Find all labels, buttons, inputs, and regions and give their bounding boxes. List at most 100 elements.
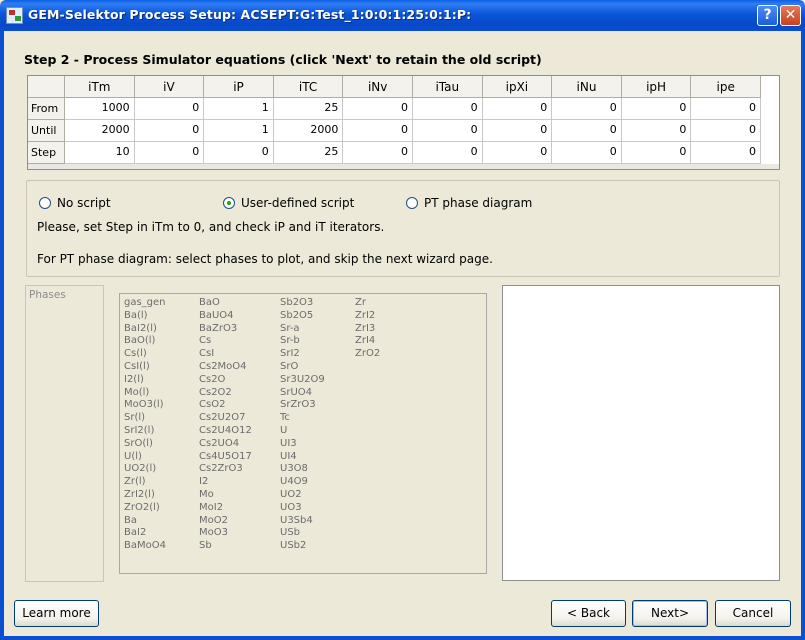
phase-item[interactable]: ZrI2 xyxy=(355,310,380,323)
phase-item[interactable]: UI3 xyxy=(280,438,325,451)
grid-cell[interactable]: 0 xyxy=(134,120,205,142)
grid-cell[interactable]: 0 xyxy=(552,98,622,120)
grid-cell[interactable]: 1 xyxy=(204,120,274,142)
phase-item[interactable]: Mo(l) xyxy=(124,387,166,400)
phase-item[interactable]: Zr xyxy=(355,297,380,310)
column-header[interactable]: iV xyxy=(134,76,205,98)
phase-item[interactable]: UO2(l) xyxy=(124,463,166,476)
phase-item[interactable]: BaUO4 xyxy=(199,310,252,323)
help-button[interactable]: ? xyxy=(757,5,778,26)
grid-cell[interactable]: 0 xyxy=(413,98,483,120)
radio-button[interactable] xyxy=(223,197,235,209)
phase-item[interactable]: U xyxy=(280,425,325,438)
phase-item[interactable]: I2(l) xyxy=(124,374,166,387)
grid-cell[interactable]: 0 xyxy=(691,98,761,120)
grid-cell[interactable]: 25 xyxy=(273,142,344,164)
phase-item[interactable]: CsI xyxy=(199,348,252,361)
back-button[interactable]: < Back xyxy=(551,600,626,627)
phase-item[interactable]: CsI(l) xyxy=(124,361,166,374)
column-header[interactable]: iTm xyxy=(65,76,135,98)
phase-item[interactable]: CsO2 xyxy=(199,399,252,412)
phase-item[interactable]: Cs2ZrO3 xyxy=(199,463,252,476)
phase-item[interactable]: ZrO2 xyxy=(355,348,380,361)
radio-pt-phase-diagram[interactable]: PT phase diagram xyxy=(406,196,532,210)
row-header[interactable]: Step xyxy=(28,142,65,164)
grid-cell[interactable]: 0 xyxy=(482,120,553,142)
row-header[interactable]: Until xyxy=(28,120,65,142)
phase-item[interactable]: Cs2MoO4 xyxy=(199,361,252,374)
phase-item[interactable]: MoO3 xyxy=(199,527,252,540)
grid-cell[interactable]: 0 xyxy=(413,142,483,164)
grid-cell[interactable]: 0 xyxy=(134,142,205,164)
column-header[interactable]: iP xyxy=(204,76,274,98)
phase-item[interactable]: Zr(l) xyxy=(124,476,166,489)
phase-item[interactable]: Cs2U2O7 xyxy=(199,412,252,425)
phase-item[interactable]: SrI2(l) xyxy=(124,425,166,438)
column-header[interactable]: ipH xyxy=(621,76,692,98)
grid-cell[interactable]: 0 xyxy=(482,142,553,164)
phase-item[interactable]: SrO(l) xyxy=(124,438,166,451)
phase-item[interactable]: USb xyxy=(280,527,325,540)
phase-item[interactable]: Ba xyxy=(124,515,166,528)
phase-item[interactable]: MoO2 xyxy=(199,515,252,528)
grid-cell[interactable]: 0 xyxy=(343,142,413,164)
phase-item[interactable]: Tc xyxy=(280,412,325,425)
row-header[interactable]: From xyxy=(28,98,65,120)
learn-more-button[interactable]: Learn more xyxy=(14,600,99,627)
grid-cell[interactable]: 1000 xyxy=(65,98,135,120)
grid-cell[interactable]: 0 xyxy=(204,142,274,164)
phase-item[interactable]: U3Sb4 xyxy=(280,515,325,528)
grid-cell[interactable]: 10 xyxy=(65,142,135,164)
grid-cell[interactable]: 0 xyxy=(343,98,413,120)
grid-cell[interactable]: 0 xyxy=(482,98,553,120)
phase-item[interactable]: SrO xyxy=(280,361,325,374)
phase-item[interactable]: ZrO2(l) xyxy=(124,502,166,515)
phase-item[interactable]: MoI2 xyxy=(199,502,252,515)
phase-item[interactable]: Sr-a xyxy=(280,323,325,336)
phase-item[interactable]: Sr-b xyxy=(280,335,325,348)
column-header[interactable]: ipe xyxy=(691,76,761,98)
column-header[interactable]: iTau xyxy=(413,76,483,98)
phase-item[interactable]: Sr(l) xyxy=(124,412,166,425)
radio-button[interactable] xyxy=(406,197,418,209)
phase-item[interactable]: BaO xyxy=(199,297,252,310)
grid-cell[interactable]: 0 xyxy=(691,120,761,142)
grid-cell[interactable]: 0 xyxy=(134,98,205,120)
phase-item[interactable]: U4O9 xyxy=(280,476,325,489)
grid-cell[interactable]: 0 xyxy=(552,120,622,142)
phase-item[interactable]: Cs4U5O17 xyxy=(199,451,252,464)
phase-item[interactable]: ZrI2(l) xyxy=(124,489,166,502)
phase-item[interactable]: UI4 xyxy=(280,451,325,464)
phase-item[interactable]: gas_gen xyxy=(124,297,166,310)
grid-cell[interactable]: 0 xyxy=(343,120,413,142)
phase-item[interactable]: Cs2UO4 xyxy=(199,438,252,451)
phase-item[interactable]: I2 xyxy=(199,476,252,489)
phase-item[interactable]: Mo xyxy=(199,489,252,502)
phase-item[interactable]: USb2 xyxy=(280,540,325,553)
phase-item[interactable]: ZrI3 xyxy=(355,323,380,336)
phase-item[interactable]: MoO3(l) xyxy=(124,399,166,412)
grid-cell[interactable]: 1 xyxy=(204,98,274,120)
column-header[interactable]: iNu xyxy=(552,76,622,98)
grid-cell[interactable]: 25 xyxy=(273,98,344,120)
phase-item[interactable]: BaO(l) xyxy=(124,335,166,348)
radio-no-script[interactable]: No script xyxy=(39,196,111,210)
phase-item[interactable]: Cs(l) xyxy=(124,348,166,361)
next-button[interactable]: Next> xyxy=(632,600,708,627)
radio-user-defined-script[interactable]: User-defined script xyxy=(223,196,354,210)
phase-item[interactable]: Sb xyxy=(199,540,252,553)
phase-item[interactable]: SrUO4 xyxy=(280,387,325,400)
column-header[interactable]: ipXi xyxy=(482,76,553,98)
phase-list[interactable]: gas_gen Ba(l) BaI2(l) BaO(l) Cs(l) CsI(l) I2(l… xyxy=(119,293,487,574)
phase-item[interactable]: Sb2O3 xyxy=(280,297,325,310)
phase-item[interactable]: ZrI4 xyxy=(355,335,380,348)
grid-cell[interactable]: 0 xyxy=(413,120,483,142)
grid-cell[interactable]: 0 xyxy=(691,142,761,164)
phase-item[interactable]: U(l) xyxy=(124,451,166,464)
phase-item[interactable]: Ba(l) xyxy=(124,310,166,323)
grid-cell[interactable]: 2000 xyxy=(273,120,344,142)
grid-cell[interactable]: 0 xyxy=(621,142,692,164)
phase-item[interactable]: BaZrO3 xyxy=(199,323,252,336)
column-header[interactable]: iTC xyxy=(273,76,344,98)
phase-item[interactable]: BaI2 xyxy=(124,527,166,540)
